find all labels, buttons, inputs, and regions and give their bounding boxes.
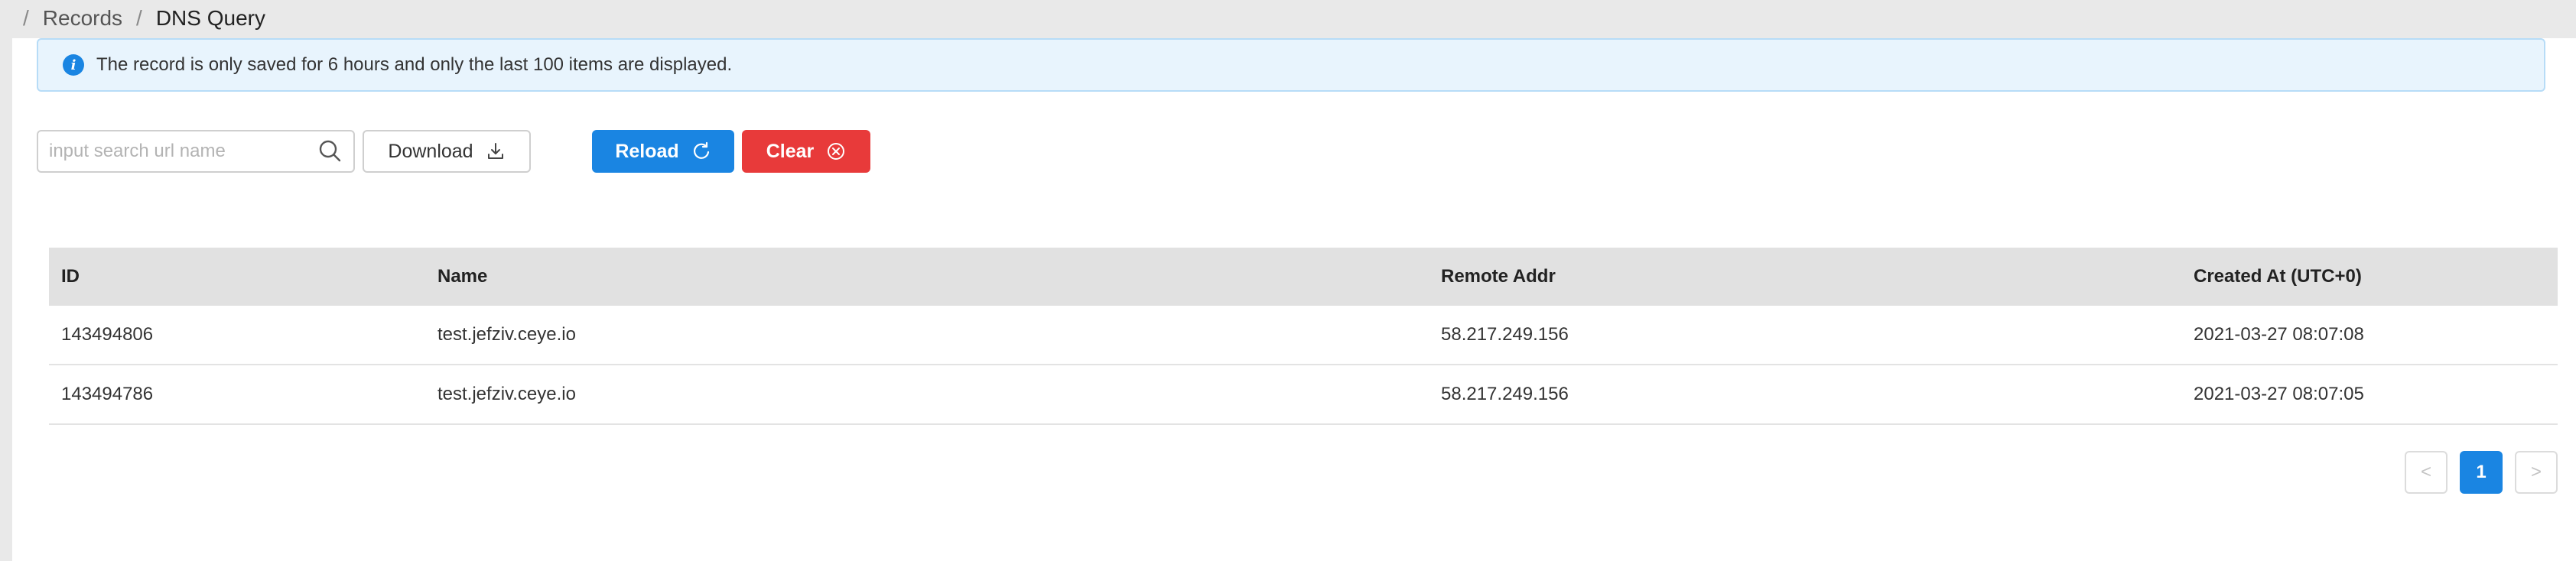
cell-remote-addr: 58.217.249.156 xyxy=(1441,384,1569,404)
chevron-right-icon: > xyxy=(2530,462,2542,482)
column-header-created-at: Created At (UTC+0) xyxy=(2194,266,2362,287)
clear-button[interactable]: Clear xyxy=(742,130,870,173)
download-icon xyxy=(487,143,503,159)
cell-id: 143494786 xyxy=(61,384,154,404)
download-button[interactable]: Download xyxy=(363,130,531,173)
cell-created-at: 2021-03-27 08:07:05 xyxy=(2194,384,2364,404)
reload-icon xyxy=(693,141,709,159)
page-number: 1 xyxy=(2476,462,2487,482)
cell-created-at: 2021-03-27 08:07:08 xyxy=(2194,324,2364,345)
reload-button[interactable]: Reload xyxy=(592,130,734,173)
page-1-button[interactable]: 1 xyxy=(2460,451,2503,494)
cell-id: 143494806 xyxy=(61,324,154,345)
info-alert: i The record is only saved for 6 hours a… xyxy=(37,38,2545,92)
cell-name: test.jefziv.ceye.io xyxy=(437,324,576,345)
search-input[interactable] xyxy=(38,131,315,171)
prev-page-button[interactable]: < xyxy=(2405,451,2448,494)
close-circle-icon xyxy=(828,143,845,160)
cell-name: test.jefziv.ceye.io xyxy=(437,384,576,404)
next-page-button[interactable]: > xyxy=(2515,451,2558,494)
table-row: 143494806 test.jefziv.ceye.io 58.217.249… xyxy=(49,306,2558,365)
breadcrumb-records[interactable]: Records xyxy=(43,6,122,31)
reload-label: Reload xyxy=(615,140,679,162)
search-box xyxy=(37,130,355,173)
column-header-remote-addr: Remote Addr xyxy=(1441,266,1556,287)
clear-label: Clear xyxy=(766,140,815,162)
column-header-id: ID xyxy=(61,266,80,287)
breadcrumb-separator: / xyxy=(136,6,142,30)
breadcrumb: / Records / DNS Query xyxy=(0,0,2576,37)
breadcrumb-separator: / xyxy=(23,6,29,30)
column-header-name: Name xyxy=(437,266,488,287)
download-label: Download xyxy=(388,140,473,162)
breadcrumb-current: DNS Query xyxy=(155,6,265,30)
table-header: ID Name Remote Addr Created At (UTC+0) xyxy=(49,248,2558,306)
alert-text: The record is only saved for 6 hours and… xyxy=(96,54,733,75)
info-icon: i xyxy=(63,54,84,76)
dns-records-table: ID Name Remote Addr Created At (UTC+0) 1… xyxy=(49,248,2558,425)
cell-remote-addr: 58.217.249.156 xyxy=(1441,324,1569,345)
search-icon[interactable] xyxy=(315,136,346,167)
chevron-left-icon: < xyxy=(2420,462,2431,482)
table-row: 143494786 test.jefziv.ceye.io 58.217.249… xyxy=(49,365,2558,425)
